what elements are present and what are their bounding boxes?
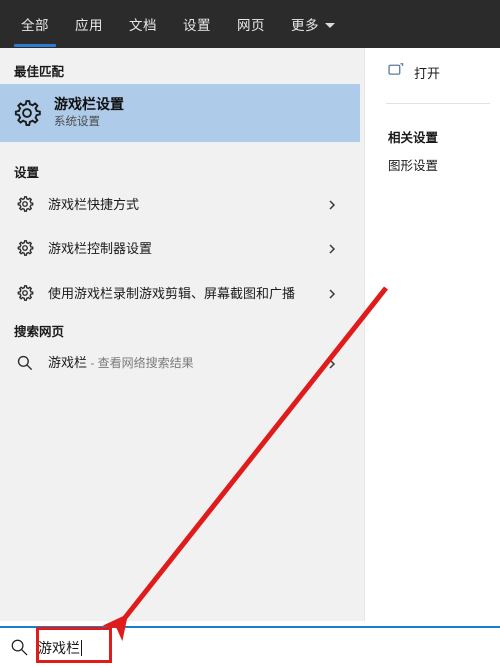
related-link-graphics-settings[interactable]: 图形设置: [388, 155, 438, 174]
results-list-pane: 最佳匹配 游戏栏设置 系统设置 设置 游戏栏快捷方式 游戏栏控制器设置 使用游戏…: [0, 48, 365, 621]
tab-more[interactable]: 更多: [278, 0, 345, 48]
web-search-suffix: - 查看网络搜索结果: [87, 356, 194, 370]
tab-all[interactable]: 全部: [8, 0, 62, 48]
chevron-right-icon: [326, 357, 338, 369]
list-item-record-game-clips[interactable]: 使用游戏栏录制游戏剪辑、屏幕截图和广播: [0, 269, 360, 317]
gear-icon: [12, 191, 38, 217]
best-match-subtitle: 系统设置: [54, 116, 100, 128]
search-icon: [0, 638, 38, 657]
list-item-label: 游戏栏控制器设置: [48, 240, 153, 256]
tab-active-indicator: [14, 44, 56, 47]
tab-documents[interactable]: 文档: [116, 0, 170, 48]
list-item-game-bar-controller-settings[interactable]: 游戏栏控制器设置: [0, 229, 360, 267]
tab-settings-label: 设置: [183, 18, 211, 33]
tab-more-label: 更多: [291, 18, 319, 33]
list-item-game-bar-shortcut[interactable]: 游戏栏快捷方式: [0, 185, 360, 223]
open-in-new-icon: [388, 62, 404, 82]
search-results-area: 最佳匹配 游戏栏设置 系统设置 设置 游戏栏快捷方式 游戏栏控制器设置 使用游戏…: [0, 48, 500, 621]
web-search-section-header: 搜索网页: [14, 325, 65, 339]
tab-apps[interactable]: 应用: [62, 0, 116, 48]
chevron-right-icon: [326, 287, 338, 299]
preview-divider: [386, 103, 490, 104]
best-match-text: 游戏栏设置 系统设置: [54, 96, 124, 130]
list-item-label: 游戏栏 - 查看网络搜索结果: [48, 353, 360, 373]
related-settings-header: 相关设置: [388, 131, 439, 145]
text-cursor: [81, 639, 82, 656]
list-item-web-search[interactable]: 游戏栏 - 查看网络搜索结果: [0, 344, 360, 382]
tab-web[interactable]: 网页: [224, 0, 278, 48]
gear-icon: [12, 235, 38, 261]
list-item-label: 游戏栏快捷方式: [48, 196, 140, 212]
chevron-right-icon: [326, 198, 338, 210]
search-icon: [12, 350, 38, 376]
chevron-down-icon: [325, 22, 335, 28]
chevron-right-icon: [326, 242, 338, 254]
tab-web-label: 网页: [237, 18, 265, 33]
open-button[interactable]: 打开: [388, 62, 440, 82]
web-search-query: 游戏栏: [48, 355, 88, 370]
tab-documents-label: 文档: [129, 18, 157, 33]
windows-search-window: 全部 应用 文档 设置 网页 更多 最佳匹配 游戏栏设置 系统设置 设置 游戏栏…: [0, 0, 500, 667]
search-input-value: 游戏栏: [38, 639, 80, 656]
search-filter-bar: 全部 应用 文档 设置 网页 更多: [0, 0, 500, 48]
gear-icon: [12, 280, 38, 306]
best-match-result[interactable]: 游戏栏设置 系统设置: [0, 84, 360, 142]
settings-section-header: 设置: [14, 166, 40, 180]
search-input[interactable]: 游戏栏: [38, 638, 82, 658]
tab-all-label: 全部: [21, 18, 49, 33]
best-match-header: 最佳匹配: [14, 65, 65, 79]
list-item-label: 使用游戏栏录制游戏剪辑、屏幕截图和广播: [48, 285, 296, 301]
open-button-label: 打开: [414, 65, 441, 81]
filter-tabs: 全部 应用 文档 设置 网页 更多: [0, 0, 345, 48]
best-match-title: 游戏栏设置: [54, 96, 124, 112]
tab-apps-label: 应用: [75, 18, 103, 33]
preview-pane: 打开 相关设置 图形设置: [372, 48, 500, 621]
taskbar-search-bar[interactable]: 游戏栏: [0, 626, 500, 667]
tab-settings[interactable]: 设置: [170, 0, 224, 48]
gear-icon: [10, 96, 44, 130]
